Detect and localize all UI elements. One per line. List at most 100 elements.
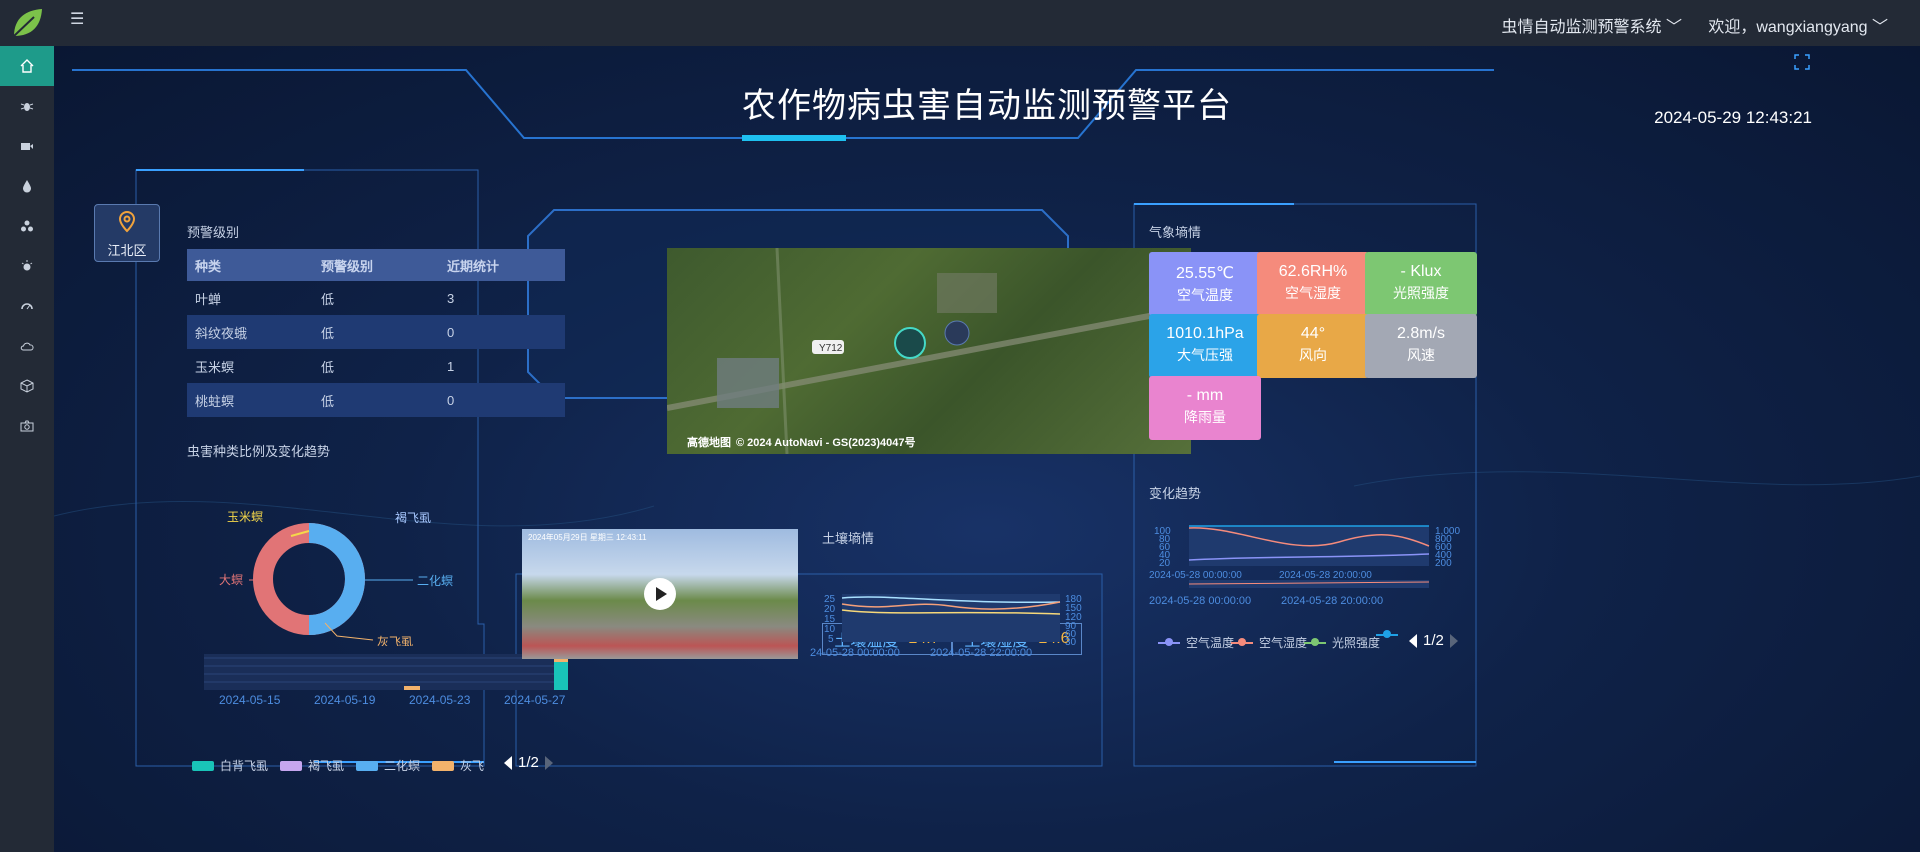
soil-panel-title: 土壤墒情 <box>822 531 875 546</box>
next-page-icon[interactable] <box>544 756 553 771</box>
sidebar-item-video[interactable] <box>0 126 54 166</box>
cell-count: 0 <box>439 315 565 349</box>
card-label: 风速 <box>1407 347 1435 363</box>
sidebar-item-gauge[interactable] <box>0 286 54 326</box>
card-value: - Klux <box>1400 263 1442 280</box>
pager-text: 1/2 <box>1423 632 1444 649</box>
table-row: 玉米螟 低 1 <box>187 349 565 383</box>
pest-donut-chart: 玉米螟 褐飞虱 大螟 二化螟 灰飞虱 <box>219 510 453 646</box>
weather-card-pressure: 1010.1hPa 大气压强 <box>1149 314 1261 378</box>
legend-swatch <box>432 760 454 771</box>
x-tick: 2024-05-28 20:00:00 <box>1281 595 1383 607</box>
pest-legend-pager[interactable]: 1/2 <box>504 754 553 771</box>
map-brand: 高德地图 <box>687 435 731 449</box>
page-title: 农作物病虫害自动监测预警平台 <box>742 87 1232 125</box>
cell-level: 低 <box>321 359 335 375</box>
system-switcher[interactable]: 虫情自动监测预警系统 ﹀ <box>1502 13 1682 37</box>
y-tick-right: 200 <box>1435 558 1452 569</box>
x-tick: 2024-05-19 <box>314 693 376 706</box>
card-label: 大气压强 <box>1177 347 1233 363</box>
play-button-icon[interactable] <box>643 577 677 611</box>
legend-item[interactable]: 二化螟 <box>356 757 420 774</box>
card-label: 风向 <box>1299 347 1327 363</box>
x-tick: 2024-05-28 00:00:00 <box>1149 570 1242 581</box>
video-timestamp: 2024年05月29日 星期三 12:43:11 <box>528 533 647 542</box>
legend-marker <box>1231 637 1253 646</box>
location-selector[interactable]: 江北区 <box>94 204 160 262</box>
legend-item[interactable]: 褐飞虱 <box>280 757 344 774</box>
sidebar-item-pest[interactable] <box>0 86 54 126</box>
prev-page-icon[interactable] <box>1409 634 1417 649</box>
sidebar-item-weather[interactable] <box>0 326 54 366</box>
card-value: 2.8m/s <box>1396 325 1445 342</box>
video-player[interactable]: 2024年05月29日 星期三 12:43:11 <box>522 529 798 659</box>
top-bar: ☰ 虫情自动监测预警系统 ﹀ 欢迎，wangxiangyang ﹀ <box>0 0 1920 46</box>
trend-panel-title: 变化趋势 <box>1149 486 1202 501</box>
legend-item[interactable] <box>1376 630 1398 638</box>
x-tick: 2024-05-23 <box>409 693 471 706</box>
sidebar-item-water[interactable] <box>0 166 54 206</box>
next-page-icon[interactable] <box>1449 634 1458 649</box>
fullscreen-icon[interactable] <box>1794 54 1810 70</box>
cluster-icon <box>21 220 33 232</box>
col-header-level: 预警级别 <box>313 249 439 281</box>
sidebar-item-light-trap[interactable] <box>0 246 54 286</box>
legend-swatch <box>192 760 214 771</box>
device-marker[interactable] <box>944 320 970 346</box>
weather-card-air-temperature: 25.55℃ 空气温度 <box>1149 252 1261 316</box>
cube-icon <box>20 379 34 393</box>
card-value: 1010.1hPa <box>1166 325 1244 342</box>
card-value: 62.6RH% <box>1278 263 1348 280</box>
cell-level: 低 <box>313 315 439 349</box>
x-tick: 2024-05-28 22:00:00 <box>930 647 1032 659</box>
pie-label-yumiming: 玉米螟 <box>227 510 263 524</box>
warning-panel-title: 预警级别 <box>187 225 240 240</box>
legend-item[interactable]: 白背飞虱 <box>192 757 268 774</box>
sidebar-item-cluster[interactable] <box>0 206 54 246</box>
col-header-species: 种类 <box>187 249 313 281</box>
map-copyright: © 2024 AutoNavi - GS(2023)4047号 <box>736 436 916 449</box>
legend-label: 空气湿度 <box>1259 636 1308 650</box>
legend-marker <box>1304 637 1326 646</box>
location-pin-icon <box>118 210 136 233</box>
menu-toggle-icon[interactable]: ☰ <box>70 12 86 28</box>
legend-marker <box>1376 630 1398 638</box>
water-drop-icon <box>23 180 31 193</box>
sidebar-item-camera[interactable] <box>0 406 54 446</box>
location-label: 江北区 <box>107 243 147 258</box>
legend-item[interactable]: 空气湿度 <box>1231 634 1307 651</box>
card-label: 空气湿度 <box>1285 285 1341 301</box>
dashboard-main: 农作物病虫害自动监测预警平台 2024-05-29 12:43:21 江北区 预… <box>54 46 1920 852</box>
table-row: 桃蛀螟 低 0 <box>187 383 565 417</box>
prev-page-icon[interactable] <box>504 756 512 771</box>
soil-trend-chart: 25 20 15 10 5 180 150 120 90 60 30 24-05… <box>810 594 1082 659</box>
camera-video-icon <box>21 143 33 150</box>
warning-table-header: 种类 预警级别 近期统计 <box>187 249 565 281</box>
satellite-map[interactable]: Y712 高德地图 © 2024 AutoNavi - GS(2023)4047… <box>667 248 1191 454</box>
legend-item[interactable]: 光照强度 <box>1304 634 1380 651</box>
sidebar-item-home[interactable] <box>0 46 54 86</box>
legend-item[interactable]: 空气温度 <box>1158 634 1234 651</box>
x-tick: 2024-05-28 20:00:00 <box>1279 570 1372 581</box>
legend-item[interactable]: 灰飞 <box>432 757 484 774</box>
user-menu[interactable]: 欢迎，wangxiangyang ﹀ <box>1708 13 1888 37</box>
weather-panel-title: 气象墒情 <box>1149 225 1202 240</box>
trend-legend-pager[interactable]: 1/2 <box>1409 632 1458 649</box>
bug-icon <box>20 103 34 111</box>
cell-species: 桃蛀螟 <box>187 383 313 417</box>
camera-icon <box>20 420 34 432</box>
sidebar-item-box[interactable] <box>0 366 54 406</box>
cell-level: 低 <box>313 383 439 417</box>
pie-label-huifeishi: 灰飞虱 <box>377 635 413 646</box>
legend-label: 二化螟 <box>384 759 421 773</box>
device-marker-active[interactable] <box>894 327 926 359</box>
card-label: 空气温度 <box>1177 287 1233 303</box>
bar-2024-05-27 <box>554 662 568 690</box>
light-trap-icon <box>21 260 33 271</box>
pest-trend-chart: 2024-05-15 2024-05-19 2024-05-23 2024-05… <box>204 654 568 706</box>
cell-count: 3 <box>447 290 455 306</box>
col-header-count: 近期统计 <box>439 249 565 281</box>
app-logo[interactable] <box>0 0 54 46</box>
legend-label: 空气温度 <box>1186 636 1235 650</box>
gauge-icon <box>21 303 33 310</box>
